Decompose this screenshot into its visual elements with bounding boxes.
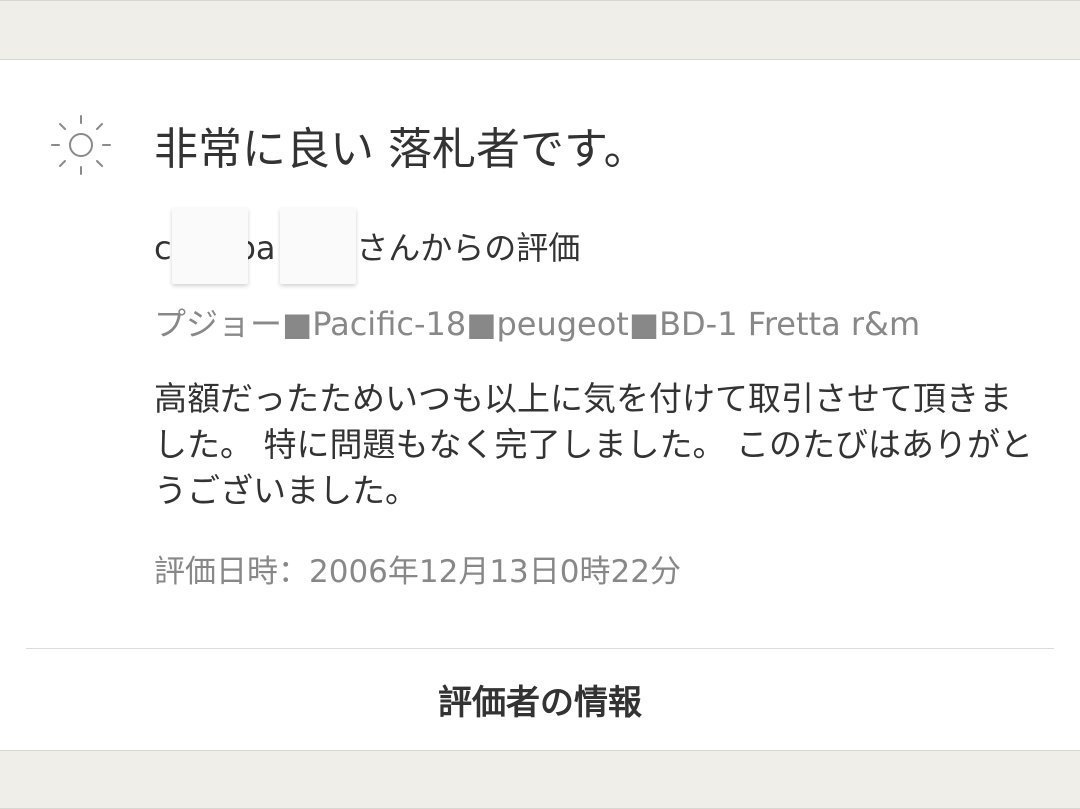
reviewer-info-button[interactable]: 評価者の情報 xyxy=(26,649,1054,750)
review-date: 評価日時：2006年12月13日0時22分 xyxy=(154,554,681,590)
redaction-mask xyxy=(280,208,356,284)
review-comment: 高額だったためいつも以上に気を付けて取引させて頂きました。 特に問題もなく完了し… xyxy=(154,379,1033,510)
item-name: プジョー■Pacific-18■peugeot■BD-1 Fretta r&m xyxy=(154,305,921,343)
sun-icon xyxy=(51,115,111,175)
rating-title: 非常に良い 落札者です。 xyxy=(154,124,648,175)
review-card: 非常に良い 落札者です。 c pa sさんからの評価 プジョー■Pacific-… xyxy=(0,60,1080,750)
top-gap xyxy=(0,0,1080,60)
bottom-gap xyxy=(0,750,1080,809)
redaction-mask xyxy=(172,208,248,284)
